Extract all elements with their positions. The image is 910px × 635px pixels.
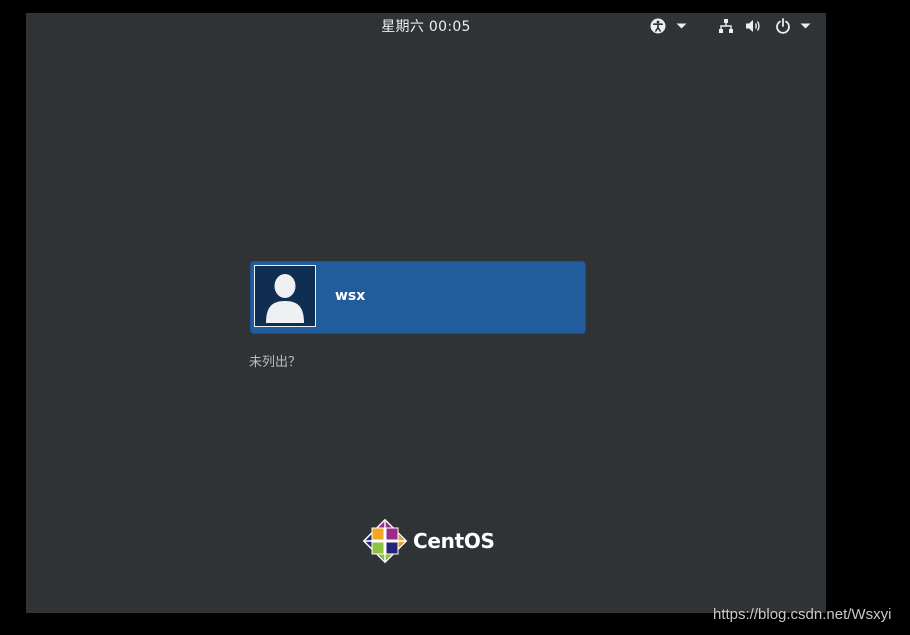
not-listed-link[interactable]: 未列出？	[249, 351, 301, 370]
login-screen: 星期六 00:05 wsx 未列出？ CentOS	[26, 13, 826, 613]
centos-logo-icon	[362, 518, 408, 564]
network-icon[interactable]	[718, 18, 734, 34]
chevron-down-icon[interactable]	[676, 23, 687, 29]
user-avatar-icon	[266, 274, 304, 323]
user-name: wsx	[335, 288, 366, 304]
accessibility-icon[interactable]	[650, 18, 668, 34]
clock[interactable]: 星期六 00:05	[26, 16, 826, 36]
top-bar: 星期六 00:05	[26, 13, 826, 39]
user-list-item[interactable]: wsx	[250, 261, 586, 334]
power-icon[interactable]	[775, 18, 791, 34]
watermark: https://blog.csdn.net/Wsxyi	[713, 606, 892, 623]
avatar	[254, 265, 316, 327]
volume-icon[interactable]	[745, 18, 763, 34]
chevron-down-icon[interactable]	[800, 23, 811, 29]
logo-text: CentOS	[413, 529, 495, 553]
centos-logo: CentOS	[362, 518, 495, 564]
